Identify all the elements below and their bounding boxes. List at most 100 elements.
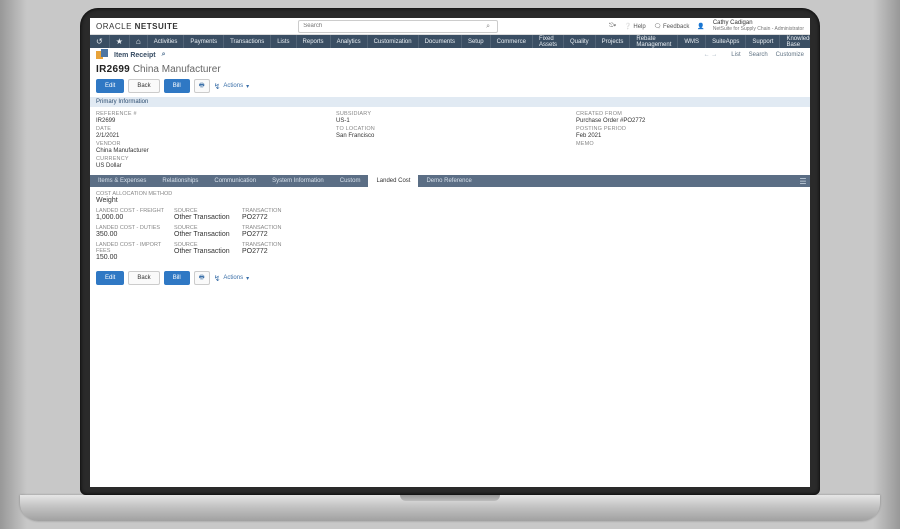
back-button[interactable]: Back [128,79,159,93]
tab-label: Custom [340,178,361,184]
field-to-location: TO LOCATIONSan Francisco [336,126,564,141]
nav-item[interactable]: Projects [596,35,631,48]
nav-item[interactable]: Payments [184,35,224,48]
tab-menu-icon[interactable]: ☰ [796,177,810,186]
lc-amount: 150.00 [96,254,166,261]
nav-label: Commerce [497,39,526,45]
breadcrumb: Item Receipt ⌕ ← → List Search Customize [90,48,810,62]
toplink-search[interactable]: Search [749,52,768,58]
nav-item[interactable]: Customization [368,35,419,48]
nav-star-icon[interactable]: ★ [110,35,130,48]
search-icon[interactable]: ⌕ [486,23,490,30]
nav-item[interactable]: Knowledge Base [780,35,810,48]
lc-txn: PO2772 [242,214,312,221]
nav-label: Fixed Assets [539,36,557,48]
laptop-base [20,495,880,521]
actions-label: Actions [223,275,243,281]
print-icon-bottom[interactable]: 🖶 [194,271,210,285]
help-link[interactable]: ❔ Help [624,23,645,30]
nav-item[interactable]: WMS [678,35,706,48]
help-label: Help [633,24,645,30]
tab-relationships[interactable]: Relationships [154,175,206,187]
feedback-label: Feedback [663,24,689,30]
nav-item[interactable]: Documents [419,35,462,48]
tab-label: System Information [272,178,324,184]
subtab-bar: Items & Expenses Relationships Communica… [90,175,810,187]
nav-label: Documents [425,39,455,45]
field-value-link[interactable]: Purchase Order #PO2772 [576,117,804,126]
search-input[interactable] [298,20,498,33]
lc-row-import-fees: LANDED COST - IMPORT FEES150.00 SOURCEOt… [96,242,804,261]
lc-amount: 1,000.00 [96,214,166,221]
global-search: ⌕ [298,20,504,33]
tab-custom[interactable]: Custom [332,175,369,187]
nav-label: Activities [154,39,178,45]
tab-items-expenses[interactable]: Items & Expenses [90,175,154,187]
lc-source[interactable]: Other Transaction [174,214,234,221]
lc-source[interactable]: Other Transaction [174,248,234,255]
actions-menu[interactable]: ↯ Actions▾ [214,82,249,91]
nav-label: SuiteApps [712,39,739,45]
back-button-bottom[interactable]: Back [128,271,159,285]
nav-item[interactable]: Reports [297,35,331,48]
nav-label: WMS [684,39,699,45]
brand-netsuite: NETSUITE [135,22,179,31]
nav-item[interactable]: Lists [271,35,296,48]
user-block[interactable]: Cathy Cadigan NetSuite for Supply Chain … [713,20,804,32]
nav-recent-icon[interactable]: ↺ [90,35,110,48]
field-subsidiary: SUBSIDIARYUS-1 [336,111,564,126]
actions-menu-bottom[interactable]: ↯ Actions▾ [214,274,249,283]
nav-item[interactable]: Support [746,35,780,48]
bill-button-bottom[interactable]: Bill [164,271,190,285]
field-currency: CURRENCYUS Dollar [96,156,324,171]
field-value: China Manufacturer [96,147,324,156]
toplink-list[interactable]: List [731,52,740,58]
tab-label: Items & Expenses [98,178,146,184]
user-role: NetSuite for Supply Chain - Administrato… [713,26,804,32]
nav-item[interactable]: Fixed Assets [533,35,564,48]
record-type-icon [96,49,108,61]
edit-button[interactable]: Edit [96,79,124,93]
field-date: DATE2/1/2021 [96,126,324,141]
field-posting-period: POSTING PERIODFeb 2021 [576,126,804,141]
alloc-method-value: Weight [96,197,804,204]
nav-item[interactable]: Quality [564,35,596,48]
tab-label: Communication [214,178,256,184]
nav-label: Knowledge Base [786,36,810,48]
record-title: IR2699 China Manufacturer [90,62,810,79]
nav-item[interactable]: Commerce [491,35,533,48]
title-search-icon[interactable]: ⌕ [162,51,166,59]
nav-label: Customization [374,39,412,45]
toplink-customize[interactable]: Customize [776,52,804,58]
nav-item[interactable]: Analytics [331,35,368,48]
print-icon[interactable]: 🖶 [194,79,210,93]
feedback-link[interactable]: 🗨 Feedback [654,23,690,30]
nav-item[interactable]: Rebate Management [630,35,678,48]
tab-landed-cost[interactable]: Landed Cost [368,175,418,187]
section-primary-info: Primary Information [90,97,810,107]
page-title: Item Receipt [114,52,156,59]
record-name: China Manufacturer [133,64,221,75]
nav-label: Reports [303,39,324,45]
edit-button-bottom[interactable]: Edit [96,271,124,285]
toolbar-bottom: Edit Back Bill 🖶 ↯ Actions▾ [90,271,810,289]
tab-system-information[interactable]: System Information [264,175,332,187]
nav-label: Lists [277,39,289,45]
landed-cost-panel: COST ALLOCATION METHOD Weight LANDED COS… [90,187,810,265]
prev-next-arrows[interactable]: ← → [704,52,718,58]
shortcuts-icon[interactable]: ⎋▾ [609,23,616,30]
user-avatar-icon[interactable]: 👤 [697,23,704,30]
nav-label: Payments [190,39,217,45]
nav-item[interactable]: Activities [148,35,185,48]
tab-demo-reference[interactable]: Demo Reference [418,175,479,187]
nav-label: Setup [468,39,484,45]
lc-source[interactable]: Other Transaction [174,231,234,238]
tab-communication[interactable]: Communication [206,175,264,187]
nav-item[interactable]: Setup [462,35,491,48]
bill-button[interactable]: Bill [164,79,190,93]
field-label: MEMO [576,141,804,147]
nav-item[interactable]: SuiteApps [706,35,746,48]
nav-item[interactable]: Transactions [224,35,271,48]
main-nav: ↺ ★ ⌂ Activities Payments Transactions L… [90,35,810,48]
nav-home-icon[interactable]: ⌂ [130,35,148,48]
